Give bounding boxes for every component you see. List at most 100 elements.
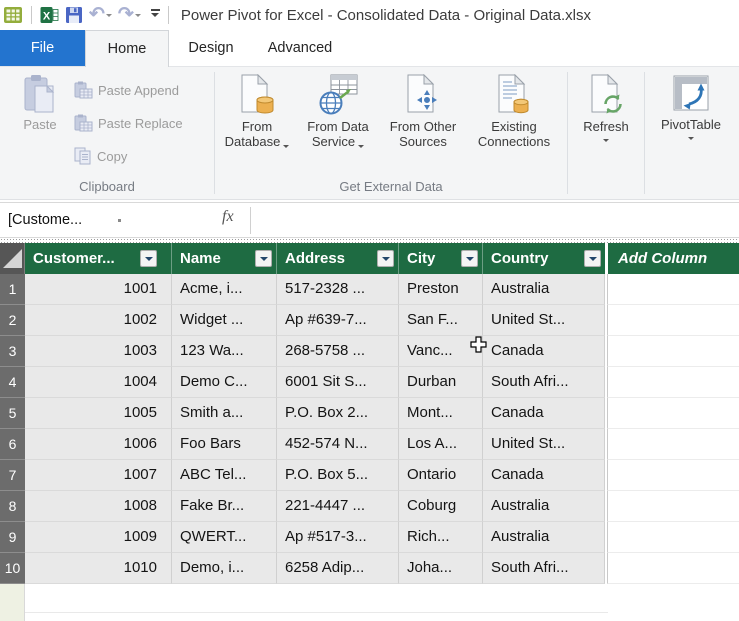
pivottable-dropdown-icon[interactable] xyxy=(688,137,694,143)
column-header-country[interactable]: Country xyxy=(483,243,605,274)
cell-country[interactable]: South Afri... xyxy=(483,553,605,584)
row-number[interactable]: 7 xyxy=(0,460,25,491)
cell-customer[interactable]: 1010 xyxy=(25,553,172,584)
cell-customer[interactable]: 1006 xyxy=(25,429,172,460)
row-number[interactable]: 1 xyxy=(0,274,25,305)
row-number[interactable]: 10 xyxy=(0,553,25,584)
cell-name[interactable]: Fake Br... xyxy=(172,491,277,522)
refresh-dropdown-icon[interactable] xyxy=(603,139,609,145)
row-number[interactable]: 6 xyxy=(0,429,25,460)
cell-address[interactable]: Ap #517-3... xyxy=(277,522,399,553)
cell-name[interactable]: Demo C... xyxy=(172,367,277,398)
cell-customer[interactable]: 1009 xyxy=(25,522,172,553)
cell-country[interactable]: United St... xyxy=(483,429,605,460)
cell-customer[interactable]: 1005 xyxy=(25,398,172,429)
paste-replace-button[interactable]: Paste Replace xyxy=(74,110,183,136)
cell-country[interactable]: Canada xyxy=(483,460,605,491)
column-header-name[interactable]: Name xyxy=(172,243,277,274)
from-data-service-button[interactable]: From Data Service xyxy=(300,74,376,149)
cell-address[interactable]: 6258 Adip... xyxy=(277,553,399,584)
cell-address[interactable]: 221-4447 ... xyxy=(277,491,399,522)
name-box[interactable]: [Custome... xyxy=(8,203,82,237)
cell-add-column[interactable] xyxy=(607,522,739,553)
cell-city[interactable]: Coburg xyxy=(399,491,483,522)
paste-append-button[interactable]: Paste Append xyxy=(74,77,179,103)
cell-name[interactable]: Demo, i... xyxy=(172,553,277,584)
cell-city[interactable]: Durban xyxy=(399,367,483,398)
cell-address[interactable]: 268-5758 ... xyxy=(277,336,399,367)
customize-toolbar-icon[interactable] xyxy=(150,9,160,21)
cell-customer[interactable]: 1003 xyxy=(25,336,172,367)
column-header-add-column[interactable]: Add Column xyxy=(608,243,739,274)
from-other-sources-button[interactable]: From Other Sources xyxy=(380,74,466,149)
cell-country[interactable]: United St... xyxy=(483,305,605,336)
cell-country[interactable]: Canada xyxy=(483,336,605,367)
save-icon[interactable] xyxy=(65,6,83,24)
row-number[interactable]: 4 xyxy=(0,367,25,398)
cell-add-column[interactable] xyxy=(607,398,739,429)
cell-add-column[interactable] xyxy=(607,336,739,367)
tab-file[interactable]: File xyxy=(0,30,85,66)
row-number[interactable]: 9 xyxy=(0,522,25,553)
undo-button[interactable]: ↶ xyxy=(89,5,112,24)
cell-city[interactable]: Preston xyxy=(399,274,483,305)
cell-country[interactable]: Australia xyxy=(483,491,605,522)
redo-button[interactable]: ↷ xyxy=(118,5,141,24)
cell-address[interactable]: 6001 Sit S... xyxy=(277,367,399,398)
filter-button-name[interactable] xyxy=(255,250,272,267)
cell-country[interactable]: Australia xyxy=(483,274,605,305)
from-database-button[interactable]: From Database xyxy=(221,74,293,149)
cell-add-column[interactable] xyxy=(607,274,739,305)
filter-button-customer[interactable] xyxy=(140,250,157,267)
cell-add-column[interactable] xyxy=(607,367,739,398)
fx-button[interactable]: fx xyxy=(222,208,234,226)
cell-add-column[interactable] xyxy=(607,305,739,336)
cell-city[interactable]: Joha... xyxy=(399,553,483,584)
cell-name[interactable]: 123 Wa... xyxy=(172,336,277,367)
cell-customer[interactable]: 1004 xyxy=(25,367,172,398)
cell-customer[interactable]: 1008 xyxy=(25,491,172,522)
paste-button[interactable]: Paste xyxy=(12,74,68,132)
excel-icon[interactable]: X xyxy=(40,6,59,24)
cell-add-column[interactable] xyxy=(607,460,739,491)
cell-city[interactable]: Los A... xyxy=(399,429,483,460)
cell-name[interactable]: Widget ... xyxy=(172,305,277,336)
row-number[interactable]: 3 xyxy=(0,336,25,367)
cell-add-column[interactable] xyxy=(607,491,739,522)
cell-country[interactable]: Australia xyxy=(483,522,605,553)
pivottable-button[interactable]: PivotTable xyxy=(654,74,728,143)
select-all-cell[interactable] xyxy=(0,243,25,274)
cell-name[interactable]: Foo Bars xyxy=(172,429,277,460)
cell-country[interactable]: South Afri... xyxy=(483,367,605,398)
undo-dropdown-icon[interactable] xyxy=(105,14,112,20)
cell-name[interactable]: ABC Tel... xyxy=(172,460,277,491)
tab-home[interactable]: Home xyxy=(85,30,169,67)
tab-design[interactable]: Design xyxy=(170,30,252,66)
existing-connections-button[interactable]: Existing Connections xyxy=(468,74,560,149)
cell-name[interactable]: Acme, i... xyxy=(172,274,277,305)
row-number[interactable]: 8 xyxy=(0,491,25,522)
column-header-city[interactable]: City xyxy=(399,243,483,274)
column-header-customer[interactable]: Customer... xyxy=(25,243,172,274)
row-number[interactable]: 2 xyxy=(0,305,25,336)
cell-add-column[interactable] xyxy=(607,429,739,460)
copy-button[interactable]: Copy xyxy=(74,143,127,169)
cell-city[interactable]: San F... xyxy=(399,305,483,336)
cell-city[interactable]: Rich... xyxy=(399,522,483,553)
cell-name[interactable]: Smith a... xyxy=(172,398,277,429)
redo-dropdown-icon[interactable] xyxy=(134,14,141,20)
cell-add-column[interactable] xyxy=(607,553,739,584)
row-number[interactable]: 5 xyxy=(0,398,25,429)
cell-address[interactable]: 517-2328 ... xyxy=(277,274,399,305)
name-box-resize-handle[interactable] xyxy=(118,219,121,222)
filter-button-country[interactable] xyxy=(584,250,601,267)
cell-customer[interactable]: 1001 xyxy=(25,274,172,305)
cell-address[interactable]: P.O. Box 5... xyxy=(277,460,399,491)
cell-address[interactable]: 452-574 N... xyxy=(277,429,399,460)
filter-button-address[interactable] xyxy=(377,250,394,267)
refresh-button[interactable]: Refresh xyxy=(574,74,638,145)
cell-city[interactable]: Ontario xyxy=(399,460,483,491)
cell-address[interactable]: P.O. Box 2... xyxy=(277,398,399,429)
cell-city[interactable]: Mont... xyxy=(399,398,483,429)
cell-country[interactable]: Canada xyxy=(483,398,605,429)
